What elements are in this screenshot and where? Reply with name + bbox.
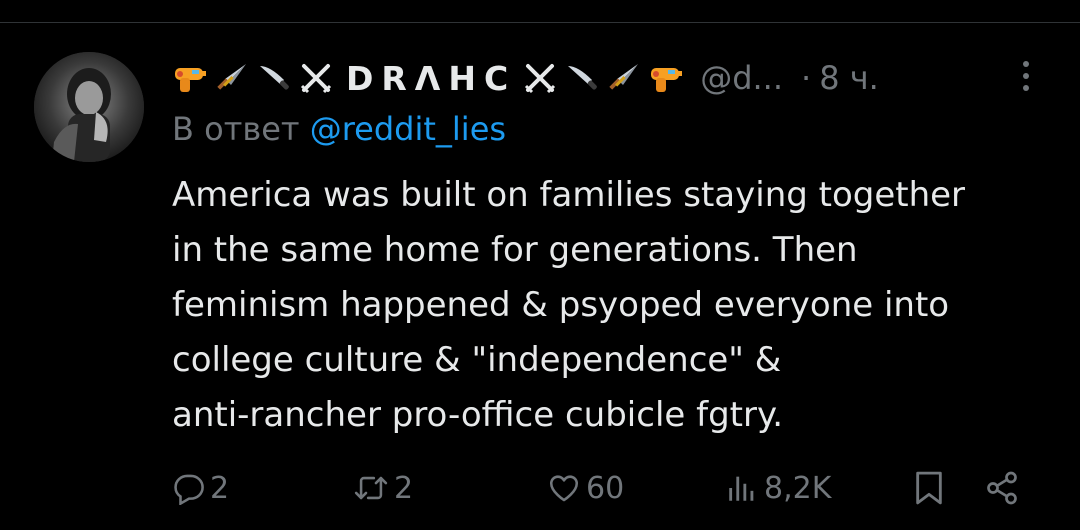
kitchen-knife-icon — [256, 60, 292, 96]
tweet-text: America was built on families staying to… — [172, 168, 1052, 443]
bookmark-button[interactable] — [912, 464, 946, 512]
tweet-text-line: in the same home for generations. Then — [172, 230, 858, 270]
tweet-text-line: America was built on families staying to… — [172, 175, 966, 215]
dagger-icon — [606, 60, 642, 96]
share-icon — [984, 470, 1020, 506]
views-icon — [724, 471, 760, 505]
share-button[interactable] — [984, 464, 1020, 512]
reply-prefix: В ответ — [172, 110, 300, 148]
author-name-link[interactable]: DRΛHC — [172, 59, 690, 98]
views-count: 8,2K — [764, 470, 832, 506]
kitchen-knife-icon — [564, 60, 600, 96]
reply-icon — [172, 471, 206, 505]
more-button[interactable] — [1008, 56, 1044, 96]
views-button[interactable]: 8,2K — [724, 464, 831, 512]
author-handle[interactable]: @d... — [700, 59, 783, 97]
crossed-swords-icon — [298, 60, 334, 96]
reply-count: 2 — [210, 470, 230, 506]
tweet-text-line: feminism happened & psyoped everyone int… — [172, 285, 950, 325]
reply-to-link[interactable]: @reddit_lies — [310, 110, 506, 148]
water-pistol-icon — [648, 60, 684, 96]
water-pistol-icon — [172, 60, 208, 96]
repost-icon — [352, 471, 390, 505]
like-button[interactable]: 60 — [546, 464, 624, 512]
dagger-icon — [214, 60, 250, 96]
tweet-header: DRΛHC @d... · 8 ч. — [172, 52, 1052, 104]
reply-button[interactable]: 2 — [172, 464, 229, 512]
top-divider — [0, 22, 1080, 23]
bookmark-icon — [912, 469, 946, 507]
avatar[interactable] — [34, 52, 144, 162]
crossed-swords-icon — [522, 60, 558, 96]
more-icon — [1023, 61, 1029, 67]
like-count: 60 — [586, 470, 625, 506]
tweet-text-line: anti-rancher pro-office cubicle fgtry. — [172, 395, 784, 435]
separator-dot: · — [801, 59, 812, 97]
reply-context: В ответ @reddit_lies — [172, 110, 506, 148]
heart-icon — [546, 471, 582, 505]
timestamp[interactable]: 8 ч. — [819, 59, 879, 97]
author-name: DRΛHC — [346, 58, 517, 98]
action-bar: 2 2 60 8,2K — [172, 464, 1032, 512]
tweet-text-line: college culture & "independence" & — [172, 340, 782, 380]
repost-button[interactable]: 2 — [352, 464, 413, 512]
repost-count: 2 — [394, 470, 414, 506]
